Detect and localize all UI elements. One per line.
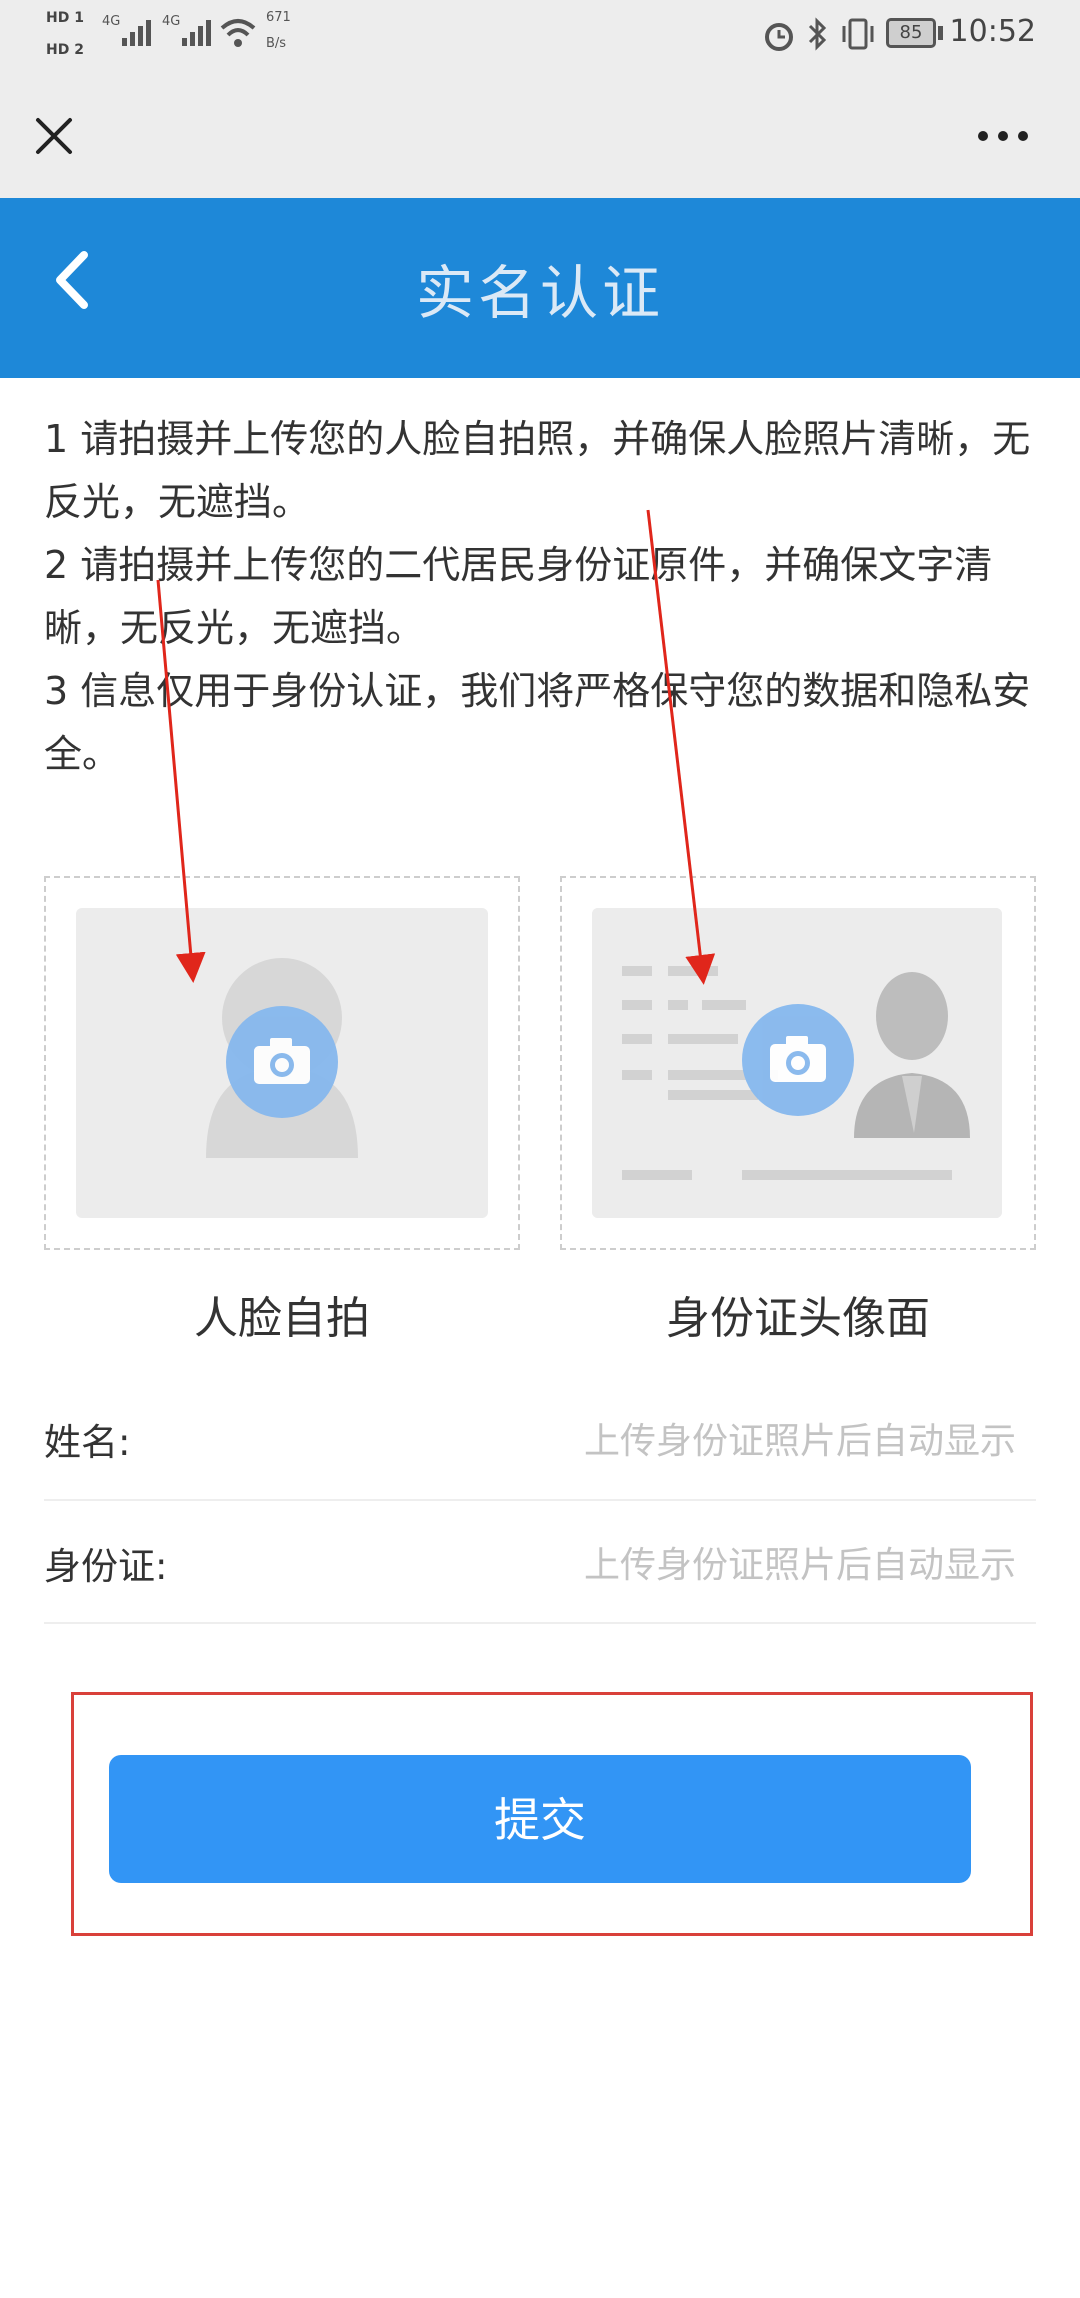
network2-label: 4G — [162, 14, 181, 29]
face-camera-button[interactable] — [226, 1006, 338, 1118]
name-field-value: 上传身份证照片后自动显示 — [583, 1421, 1016, 1462]
page-title: 实名认证 — [415, 259, 664, 327]
net-speed-unit: B/s — [266, 36, 287, 51]
net-speed-value: 671 — [266, 10, 291, 25]
battery-tip — [938, 26, 943, 40]
battery-icon: 85 — [886, 18, 936, 48]
id-number-field-label: 身份证: — [44, 1545, 168, 1588]
id-number-field-value: 上传身份证照片后自动显示 — [583, 1545, 1016, 1586]
signal1-icon — [122, 20, 151, 46]
camera-icon — [254, 1038, 310, 1084]
wifi-icon — [220, 19, 256, 47]
instruction-3: 3 信息仅用于身份认证，我们将严格保守您的数据和隐私安全。 — [44, 669, 1031, 776]
network1-label: 4G — [102, 14, 121, 29]
bluetooth-icon — [808, 17, 827, 51]
divider — [44, 1622, 1036, 1624]
name-field-label: 姓名: — [44, 1421, 131, 1464]
face-upload-card[interactable] — [44, 876, 520, 1250]
instruction-2: 2 请拍摄并上传您的二代居民身份证原件，并确保文字清晰，无反光，无遮挡。 — [44, 543, 993, 650]
sim1-badge: HD 1 — [46, 10, 84, 26]
status-bar: HD 1 HD 2 4G 4G 671 B/s 85 10:52 — [0, 0, 1080, 70]
submit-button[interactable]: 提交 — [109, 1755, 971, 1883]
instruction-1: 1 请拍摄并上传您的人脸自拍照，并确保人脸照片清晰，无反光，无遮挡。 — [44, 417, 1031, 524]
face-placeholder — [76, 908, 488, 1218]
instructions: 1 请拍摄并上传您的人脸自拍照，并确保人脸照片清晰，无反光，无遮挡。 2 请拍摄… — [44, 408, 1044, 786]
face-upload-label: 人脸自拍 — [194, 1293, 370, 1344]
id-camera-button[interactable] — [742, 1004, 854, 1116]
sim2-badge: HD 2 — [46, 42, 84, 58]
alarm-icon — [765, 23, 793, 51]
webview-toolbar — [0, 70, 1080, 198]
id-upload-label: 身份证头像面 — [666, 1293, 930, 1344]
camera-icon — [770, 1036, 826, 1082]
divider — [44, 1499, 1036, 1501]
id-card-placeholder — [592, 908, 1002, 1218]
vibrate-icon — [842, 18, 874, 50]
signal2-icon — [182, 20, 211, 46]
close-icon[interactable] — [26, 108, 82, 164]
clock: 10:52 — [949, 14, 1036, 49]
more-options-icon[interactable] — [975, 118, 1031, 154]
id-upload-card[interactable] — [560, 876, 1036, 1250]
